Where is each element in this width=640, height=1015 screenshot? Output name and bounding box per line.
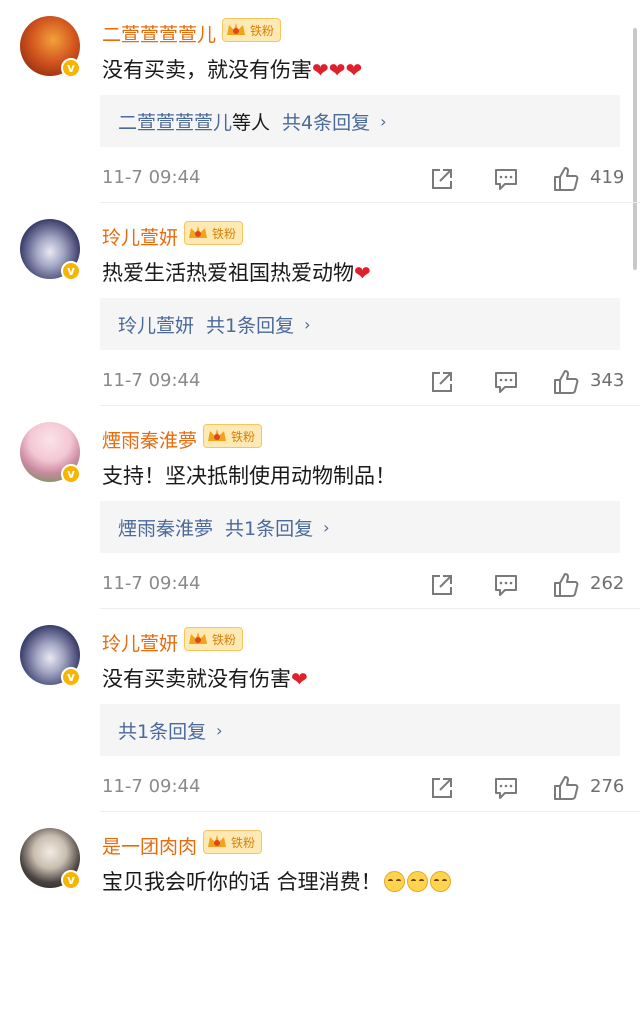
- comment-body: 宝贝我会听你的话 合理消费！: [102, 870, 382, 894]
- username[interactable]: 是一团肉肉 铁粉: [102, 830, 263, 859]
- share-icon[interactable]: [428, 368, 456, 396]
- comment-item: v 煙雨秦淮夢 铁粉 支持！坚决抵制使用动物制品！ 煙雨秦淮夢 共1条回复 › 11-…: [0, 406, 640, 609]
- smile-emoji-icon: [406, 871, 428, 892]
- verified-badge-icon: v: [61, 58, 81, 78]
- username-text[interactable]: 二萱萱萱萱儿: [102, 24, 216, 46]
- timestamp: 11-7 09:44: [102, 370, 201, 391]
- chevron-right-icon: ›: [323, 517, 330, 537]
- fan-badge: 铁粉: [203, 830, 263, 854]
- thumbs-up-icon[interactable]: [552, 571, 580, 599]
- comment-body: 支持！坚决抵制使用动物制品！: [102, 464, 396, 488]
- timestamp: 11-7 09:44: [102, 776, 201, 797]
- crown-icon: [208, 835, 227, 847]
- reply-summary[interactable]: 共1条回复 ›: [100, 704, 620, 756]
- thumbs-up-icon[interactable]: [552, 165, 580, 193]
- heart-emoji: ❤: [291, 667, 308, 691]
- chevron-right-icon: ›: [216, 720, 223, 740]
- smile-emoji-icon: [429, 871, 451, 892]
- timestamp: 11-7 09:44: [102, 167, 201, 188]
- fan-badge-label: 铁粉: [231, 835, 256, 850]
- comment-icon[interactable]: [492, 165, 520, 193]
- fan-badge-label: 铁粉: [212, 226, 237, 241]
- reply-count[interactable]: 共1条回复: [118, 717, 206, 744]
- fan-badge: 铁粉: [203, 424, 263, 448]
- username[interactable]: 二萱萱萱萱儿 铁粉: [102, 18, 282, 47]
- timestamp: 11-7 09:44: [102, 573, 201, 594]
- verified-badge-icon: v: [61, 870, 81, 890]
- username[interactable]: 玲儿萱妍 铁粉: [102, 221, 244, 250]
- comment-meta: 11-7 09:44 343: [102, 368, 625, 398]
- reply-author[interactable]: 煙雨秦淮夢: [118, 514, 213, 541]
- reply-count[interactable]: 共1条回复: [225, 514, 313, 541]
- username-text[interactable]: 是一团肉肉: [102, 836, 197, 858]
- comment-text: 没有买卖，就没有伤害❤❤❤: [102, 54, 362, 84]
- reply-summary[interactable]: 玲儿萱妍 共1条回复 ›: [100, 298, 620, 350]
- comment-body: 没有买卖，就没有伤害: [102, 58, 312, 82]
- thumbs-up-icon[interactable]: [552, 368, 580, 396]
- crown-icon: [208, 429, 227, 441]
- like-count: 276: [590, 776, 625, 797]
- comment-text: 宝贝我会听你的话 合理消费！: [102, 866, 451, 896]
- reply-summary[interactable]: 煙雨秦淮夢 共1条回复 ›: [100, 501, 620, 553]
- smile-emoji-icon: [383, 871, 405, 892]
- username[interactable]: 玲儿萱妍 铁粉: [102, 627, 244, 656]
- fan-badge: 铁粉: [184, 627, 244, 651]
- crown-icon: [189, 632, 208, 644]
- comment-icon[interactable]: [492, 368, 520, 396]
- fan-badge: 铁粉: [222, 18, 282, 42]
- fan-badge-label: 铁粉: [231, 429, 256, 444]
- username-text[interactable]: 煙雨秦淮夢: [102, 430, 197, 452]
- chevron-right-icon: ›: [380, 111, 387, 131]
- comment-item: v 玲儿萱妍 铁粉 没有买卖就没有伤害❤ 共1条回复 › 11-7 09:44 27…: [0, 609, 640, 812]
- comment-item: v 是一团肉肉 铁粉 宝贝我会听你的话 合理消费！: [0, 812, 640, 1015]
- share-icon[interactable]: [428, 571, 456, 599]
- username-text[interactable]: 玲儿萱妍: [102, 227, 178, 249]
- username-text[interactable]: 玲儿萱妍: [102, 633, 178, 655]
- share-icon[interactable]: [428, 774, 456, 802]
- comment-item: v 玲儿萱妍 铁粉 热爱生活热爱祖国热爱动物❤ 玲儿萱妍 共1条回复 › 11-7 0…: [0, 203, 640, 406]
- comment-text: 没有买卖就没有伤害❤: [102, 663, 308, 693]
- crown-icon: [189, 226, 208, 238]
- fan-badge-label: 铁粉: [250, 23, 275, 38]
- chevron-right-icon: ›: [304, 314, 311, 334]
- reply-count[interactable]: 共1条回复: [206, 311, 294, 338]
- reply-others: 等人: [232, 111, 271, 134]
- reply-author[interactable]: 二萱萱萱萱儿: [118, 108, 232, 135]
- comment-text: 支持！坚决抵制使用动物制品！: [102, 460, 396, 490]
- verified-badge-icon: v: [61, 464, 81, 484]
- comment-body: 没有买卖就没有伤害: [102, 667, 291, 691]
- comment-item: v 二萱萱萱萱儿 铁粉 没有买卖，就没有伤害❤❤❤ 二萱萱萱萱儿 等人 共4条回复 › …: [0, 0, 640, 203]
- fan-badge: 铁粉: [184, 221, 244, 245]
- comment-text: 热爱生活热爱祖国热爱动物❤: [102, 257, 371, 287]
- verified-badge-icon: v: [61, 261, 81, 281]
- crown-icon: [227, 23, 246, 35]
- heart-emoji: ❤: [354, 261, 371, 285]
- reply-summary[interactable]: 二萱萱萱萱儿 等人 共4条回复 ›: [100, 95, 620, 147]
- like-count: 419: [590, 167, 625, 188]
- like-count: 262: [590, 573, 625, 594]
- comment-body: 热爱生活热爱祖国热爱动物: [102, 261, 354, 285]
- comment-meta: 11-7 09:44 262: [102, 571, 625, 601]
- like-count: 343: [590, 370, 625, 391]
- verified-badge-icon: v: [61, 667, 81, 687]
- share-icon[interactable]: [428, 165, 456, 193]
- heart-emoji: ❤❤❤: [312, 58, 363, 82]
- username[interactable]: 煙雨秦淮夢 铁粉: [102, 424, 263, 453]
- comment-meta: 11-7 09:44 276: [102, 774, 625, 804]
- reply-author[interactable]: 玲儿萱妍: [118, 311, 194, 338]
- reply-count[interactable]: 共4条回复: [282, 108, 370, 135]
- comment-meta: 11-7 09:44 419: [102, 165, 625, 195]
- fan-badge-label: 铁粉: [212, 632, 237, 647]
- thumbs-up-icon[interactable]: [552, 774, 580, 802]
- comment-icon[interactable]: [492, 774, 520, 802]
- comment-icon[interactable]: [492, 571, 520, 599]
